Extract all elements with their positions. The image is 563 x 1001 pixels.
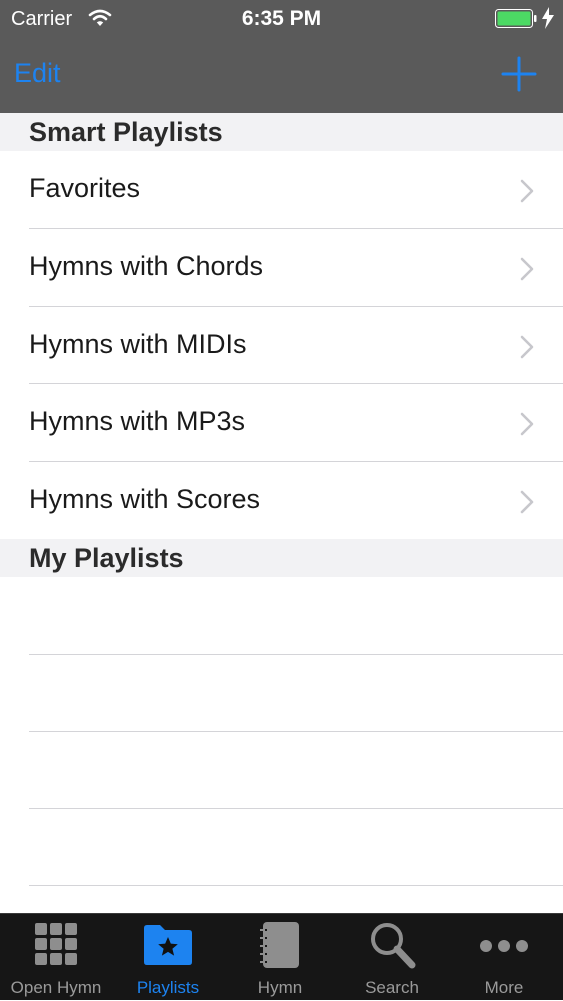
tab-bar: Open Hymn Playlists Hymn Search More [0,913,563,1000]
playlist-label: Hymns with Scores [29,484,261,514]
battery-icon [495,9,537,28]
more-dots-icon [480,940,528,952]
playlist-row-midis[interactable]: Hymns with MIDIs [0,307,563,384]
empty-row-divider [29,808,563,809]
chevron-right-icon [520,490,534,514]
playlist-label: Favorites [29,173,141,203]
plus-icon[interactable] [500,55,538,93]
tab-label: Search [365,978,419,997]
section-title: Smart Playlists [29,117,223,147]
chevron-right-icon [520,335,534,359]
empty-row-divider [29,885,563,886]
search-icon [371,923,416,969]
navigation-bar: Carrier 6:35 PM Edit [0,0,563,113]
section-title: My Playlists [29,543,184,573]
status-bar: Carrier 6:35 PM [0,0,563,40]
playlist-label: Hymns with MIDIs [29,329,247,359]
playlist-row-scores[interactable]: Hymns with Scores [0,462,563,539]
tab-playlists[interactable]: Playlists [112,914,224,1001]
empty-row-divider [29,731,563,732]
empty-row-divider [29,654,563,655]
chevron-right-icon [520,257,534,281]
chevron-right-icon [520,412,534,436]
tab-label: More [484,978,524,997]
grid-icon [35,923,77,965]
tab-open-hymn[interactable]: Open Hymn [0,914,112,1001]
status-time: 6:35 PM [241,7,322,30]
playlist-row-favorites[interactable]: Favorites [0,151,563,228]
book-icon [259,922,299,968]
section-header-smart-playlists: Smart Playlists [0,113,563,151]
playlist-row-chords[interactable]: Hymns with Chords [0,229,563,306]
tab-hymn[interactable]: Hymn [224,914,336,1001]
tab-label: Playlists [136,978,200,997]
star-folder-icon [144,925,192,965]
tab-label: Hymn [257,978,303,997]
edit-button[interactable]: Edit [14,58,61,89]
section-header-my-playlists: My Playlists [0,539,563,577]
tab-more[interactable]: More [448,914,560,1001]
playlist-label: Hymns with Chords [29,251,264,281]
playlist-label: Hymns with MP3s [29,406,246,436]
tab-search[interactable]: Search [336,914,448,1001]
chevron-right-icon [520,179,534,203]
tab-label: Open Hymn [10,978,102,997]
playlist-row-mp3s[interactable]: Hymns with MP3s [0,384,563,461]
charging-bolt-icon [542,7,554,29]
